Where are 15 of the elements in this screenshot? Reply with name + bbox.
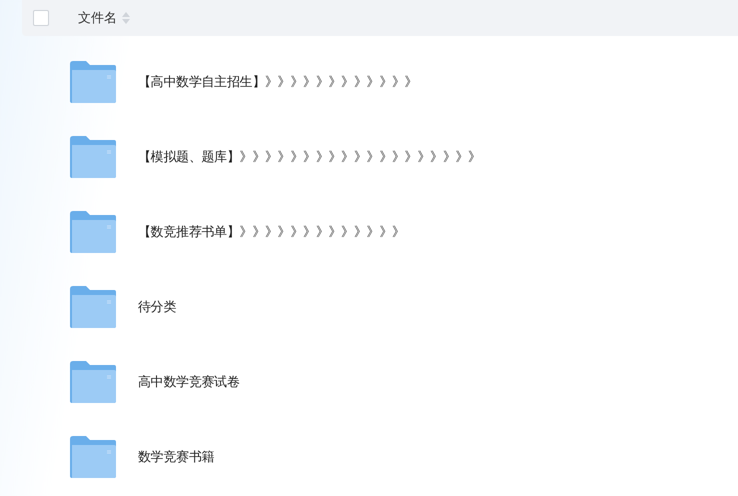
folder-name[interactable]: 【高中数学自主招生】》》》》》》》》》》》》 (138, 72, 418, 90)
folder-name[interactable]: 待分类 (138, 298, 176, 316)
folder-icon[interactable] (70, 286, 116, 328)
select-all-checkbox[interactable] (33, 10, 49, 26)
folder-icon[interactable] (70, 60, 116, 102)
folder-name[interactable]: 【数竞推荐书单】》》》》》》》》》》》》》 (138, 222, 405, 240)
folder-name[interactable]: 【模拟题、题库】》》》》》》》》》》》》》》》》》》》 (138, 148, 481, 166)
folder-name[interactable]: 高中数学竞赛试卷 (138, 372, 240, 390)
folder-name[interactable]: 数学竞赛书籍 (138, 448, 214, 466)
folder-icon[interactable] (70, 136, 116, 178)
folder-icon[interactable] (70, 210, 116, 252)
folder-icon[interactable] (70, 360, 116, 402)
sort-icon[interactable] (122, 12, 130, 24)
folder-icon[interactable] (70, 436, 116, 478)
column-header[interactable]: 文件名 (78, 9, 117, 27)
